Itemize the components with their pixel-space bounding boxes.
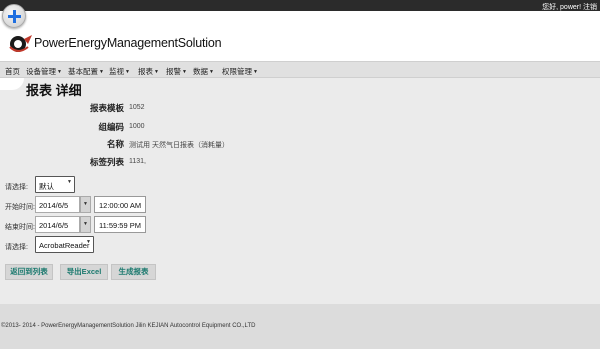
caret-down-icon: ▼ — [99, 69, 104, 75]
generate-report-button[interactable]: 生成报表 — [111, 264, 156, 280]
nav-device-manage[interactable]: 设备管理▼ — [26, 66, 62, 77]
start-date-input[interactable]: 2014/6/5 — [35, 196, 80, 213]
dropdown-arrow-icon: ▼ — [86, 239, 91, 245]
tag-list-value: 1131, — [129, 158, 146, 165]
caret-down-icon: ▼ — [209, 69, 214, 75]
viewer-select[interactable]: AcrobatReader ▼ — [35, 236, 94, 253]
caret-down-icon: ▼ — [57, 69, 62, 75]
start-date-dropdown-icon[interactable]: ▼ — [80, 196, 91, 213]
logo-icon — [9, 35, 32, 52]
template-label: 报表模板 — [89, 103, 124, 113]
zoom-in-icon[interactable] — [2, 4, 26, 28]
group-code-value: 1000 — [129, 123, 145, 130]
footer: ©2013- 2014 - PowerEnergyManagementSolut… — [0, 304, 600, 349]
back-to-list-button[interactable]: 返回到列表 — [5, 264, 53, 280]
nav-home[interactable]: 首页 — [5, 66, 20, 77]
end-date-input[interactable]: 2014/6/5 — [35, 216, 80, 233]
nav-data[interactable]: 数据▼ — [193, 66, 214, 77]
copyright-text: ©2013- 2014 - PowerEnergyManagementSolut… — [1, 323, 256, 329]
name-label: 名称 — [106, 139, 124, 149]
nav-monitor[interactable]: 监视▼ — [109, 66, 130, 77]
main-nav: 首页 设备管理▼ 基本配置▼ 监视▼ 报表▼ 报警▼ 数据▼ 权限管理▼ — [0, 61, 600, 78]
end-date-dropdown-icon[interactable]: ▼ — [80, 216, 91, 233]
nav-permission-manage[interactable]: 权限管理▼ — [222, 66, 258, 77]
top-bar: 您好, power! 注销 — [0, 0, 600, 11]
default-select[interactable]: 默认 ▼ — [35, 176, 75, 193]
caret-down-icon: ▼ — [182, 69, 187, 75]
caret-down-icon: ▼ — [253, 69, 258, 75]
dropdown-arrow-icon: ▼ — [67, 179, 72, 185]
tag-list-label: 标签列表 — [89, 157, 124, 167]
start-time-input[interactable]: 12:00:00 AM — [94, 196, 146, 213]
name-value: 测试用 天然气日报表（消耗量） — [129, 142, 229, 149]
end-time-input[interactable]: 11:59:59 PM — [94, 216, 146, 233]
caret-down-icon: ▼ — [154, 69, 159, 75]
page-title: 报表 详细 — [26, 83, 82, 98]
brand-name[interactable]: PowerEnergyManagementSolution — [34, 36, 222, 50]
nav-basic-config[interactable]: 基本配置▼ — [68, 66, 104, 77]
group-code-label: 组编码 — [98, 122, 124, 132]
start-time-label: 开始时间: — [5, 204, 35, 211]
template-value: 1052 — [129, 104, 145, 111]
decorative-notch — [0, 78, 24, 90]
export-excel-button[interactable]: 导出Excel — [60, 264, 108, 280]
end-time-label: 结束时间: — [5, 224, 35, 231]
select-label-1: 请选择: — [5, 184, 28, 191]
header: PowerEnergyManagementSolution — [0, 11, 600, 61]
select-label-2: 请选择: — [5, 244, 28, 251]
nav-report[interactable]: 报表▼ — [138, 66, 159, 77]
nav-alarm[interactable]: 报警▼ — [166, 66, 187, 77]
caret-down-icon: ▼ — [125, 69, 130, 75]
